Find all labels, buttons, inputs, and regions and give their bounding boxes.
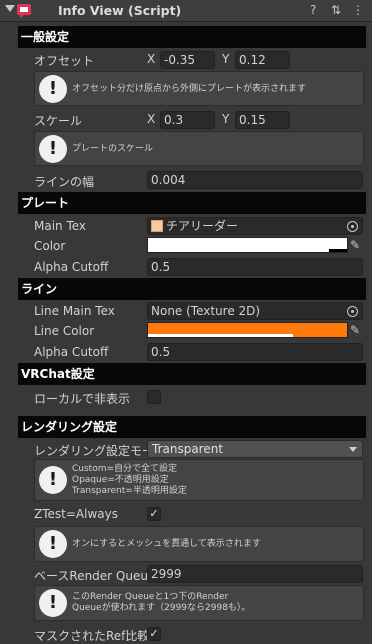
plate-alpha-field[interactable]: 0.5 (147, 258, 363, 276)
info-icon: ! (39, 74, 67, 103)
render-mode-help-text: Custom=自分で全て設定 Opaque=不透明用設定 Transparent… (72, 464, 187, 496)
ztest-checkbox[interactable]: ✓ (147, 507, 161, 521)
line-width-label: ラインの幅 (34, 175, 95, 189)
offset-y-field[interactable]: 0.12 (235, 51, 290, 69)
ztest-help-box: ! オンにするとメッシュを貫通して表示されます (34, 526, 364, 562)
line-main-tex-value: None (Texture 2D) (151, 304, 261, 318)
render-queue-label: ベースRender Queue (34, 569, 156, 583)
scale-x-field[interactable]: 0.3 (160, 111, 215, 129)
info-icon: ! (39, 134, 67, 163)
plate-main-tex-field[interactable]: チアリーダー (147, 217, 363, 235)
plate-alpha-label: Alpha Cutoff (34, 260, 109, 274)
section-render: レンダリング設定 (18, 416, 366, 438)
info-icon: ! (39, 466, 67, 494)
render-mode-value: Transparent (152, 442, 224, 456)
eyedropper-icon[interactable]: ✎ (350, 323, 360, 337)
ztest-label: ZTest=Always (34, 507, 118, 521)
line-main-tex-field[interactable]: None (Texture 2D) (147, 302, 363, 320)
scale-y-field[interactable]: 0.15 (235, 111, 290, 129)
component-header: Info View (Script) ? ⇅ ⋮ (0, 0, 372, 22)
masked-ref-label: マスクされたRef比較 (34, 629, 150, 643)
line-width-field[interactable]: 0.004 (147, 171, 363, 189)
local-hide-checkbox[interactable] (147, 390, 161, 404)
section-line: ライン (18, 278, 366, 300)
masked-ref-checkbox[interactable]: ✓ (147, 627, 161, 641)
offset-x-field[interactable]: -0.35 (160, 51, 215, 69)
info-icon: ! (39, 589, 67, 617)
menu-icon[interactable]: ⋮ (352, 3, 364, 17)
line-color-swatch[interactable] (147, 322, 348, 338)
object-picker-icon[interactable] (347, 306, 358, 317)
settings-icon[interactable]: ⇅ (331, 3, 341, 17)
help-icon[interactable]: ? (310, 3, 316, 17)
plate-main-tex-label: Main Tex (34, 219, 87, 233)
line-main-tex-label: Line Main Tex (34, 304, 115, 318)
info-icon: ! (39, 530, 67, 558)
alpha-bar (329, 249, 347, 252)
alpha-bar (148, 334, 293, 337)
ztest-help-text: オンにするとメッシュを貫通して表示されます (72, 539, 261, 549)
render-mode-dropdown[interactable]: Transparent (147, 440, 363, 458)
render-queue-help-text: このRender Queueと1つ下のRender Queueが使われます（29… (72, 592, 251, 613)
eyedropper-icon[interactable]: ✎ (350, 238, 360, 252)
scale-help-box: ! プレートのスケール (34, 131, 364, 166)
foldout-arrow-icon[interactable] (5, 5, 15, 12)
plate-color-swatch[interactable] (147, 237, 348, 253)
plate-color-label: Color (34, 239, 66, 253)
line-alpha-field[interactable]: 0.5 (147, 343, 363, 361)
section-vrchat: VRChat設定 (18, 363, 366, 385)
section-general: 一般設定 (18, 26, 366, 48)
offset-help-box: ! オフセット分だけ原点から外側にプレートが表示されます (34, 71, 364, 106)
scale-y-axis: Y (222, 112, 230, 126)
scale-label: スケール (34, 114, 83, 128)
section-plate: プレート (18, 192, 366, 214)
scale-x-axis: X (147, 112, 156, 126)
offset-label: オフセット (34, 54, 95, 68)
line-color-label: Line Color (34, 324, 95, 338)
component-title: Info View (Script) (58, 3, 182, 18)
offset-x-axis: X (147, 52, 156, 66)
plate-main-tex-value: チアリーダー (166, 219, 239, 233)
offset-help-text: オフセット分だけ原点から外側にプレートが表示されます (72, 84, 307, 94)
line-alpha-label: Alpha Cutoff (34, 345, 109, 359)
scale-help-text: プレートのスケール (72, 144, 154, 154)
script-icon (17, 4, 31, 18)
texture-thumb-icon (151, 220, 163, 232)
offset-y-axis: Y (222, 52, 230, 66)
render-mode-help-box: ! Custom=自分で全て設定 Opaque=不透明用設定 Transpare… (34, 459, 364, 501)
render-queue-field[interactable]: 2999 (147, 565, 363, 583)
render-queue-help-box: ! このRender Queueと1つ下のRender Queueが使われます（… (34, 585, 364, 621)
local-hide-label: ローカルで非表示 (34, 392, 131, 406)
object-picker-icon[interactable] (347, 221, 358, 232)
chevron-down-icon (349, 447, 357, 452)
